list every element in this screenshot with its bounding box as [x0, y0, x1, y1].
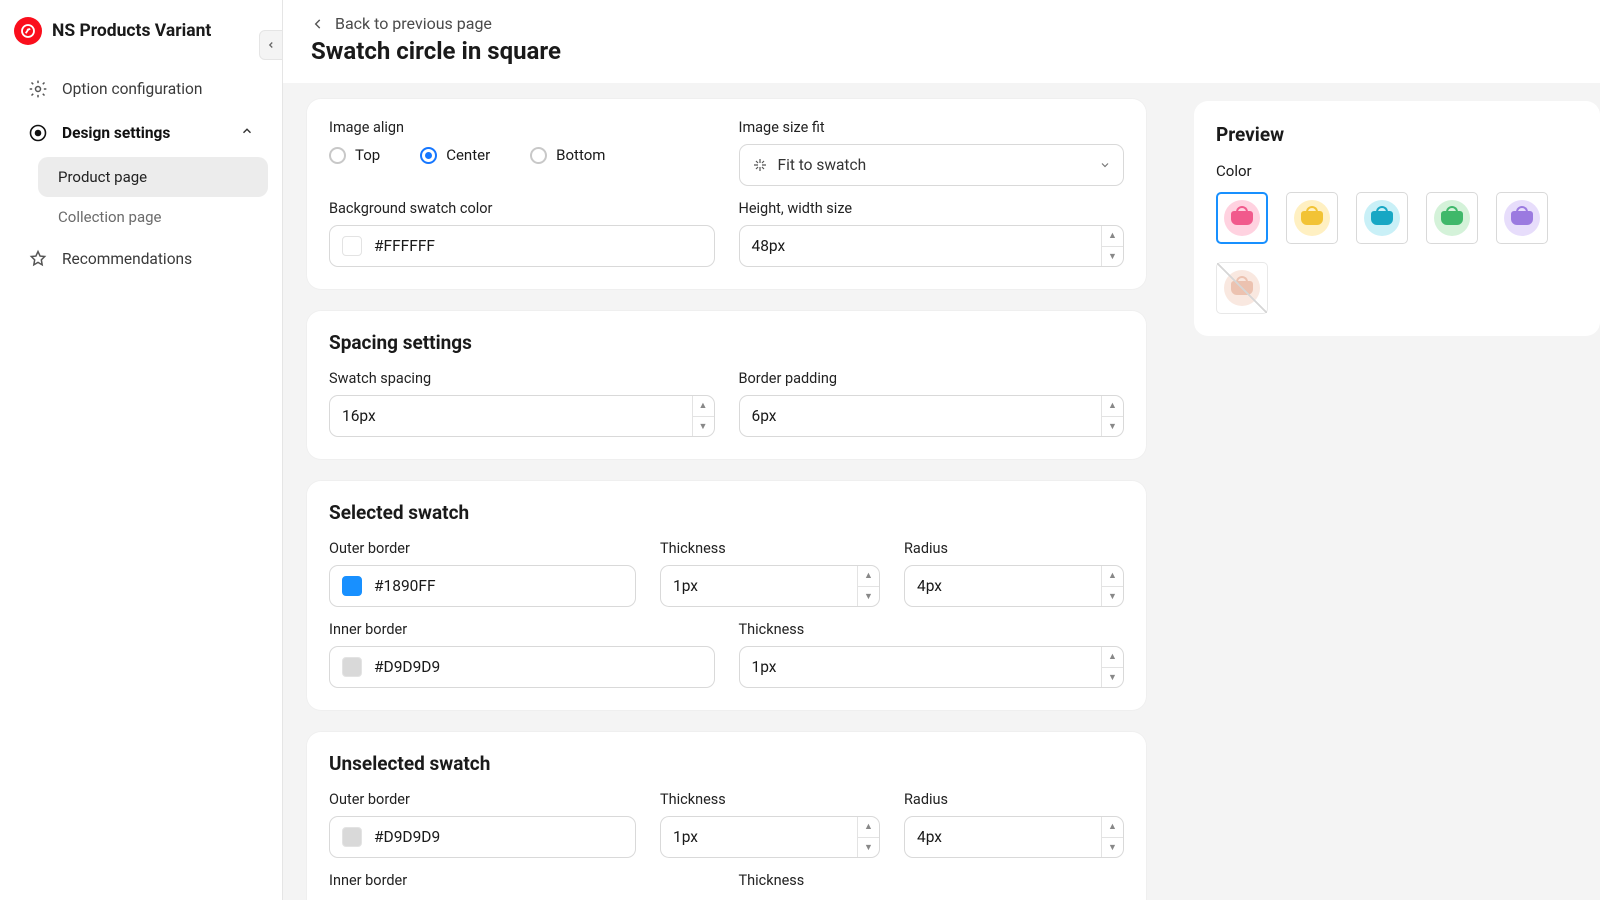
spinner-buttons[interactable]: ▲▼: [1101, 566, 1123, 606]
design-icon: [28, 123, 48, 143]
input-unselected-radius[interactable]: 4px ▲▼: [904, 816, 1124, 858]
back-link[interactable]: Back to previous page: [311, 14, 1572, 33]
brand-name: NS Products Variant: [52, 21, 211, 41]
label-thickness: Thickness: [660, 540, 880, 557]
spinner-buttons[interactable]: ▲▼: [1101, 817, 1123, 857]
input-unselected-outer-border[interactable]: #D9D9D9: [329, 816, 636, 858]
section-title-unselected: Unselected swatch: [329, 752, 1124, 775]
preview-title: Preview: [1216, 123, 1578, 146]
radio-align-top[interactable]: Top: [329, 146, 380, 164]
sidebar-item-design-settings[interactable]: Design settings: [14, 111, 268, 155]
label-inner-border: Inner border: [329, 872, 715, 889]
page-header: Back to previous page Swatch circle in s…: [283, 0, 1600, 83]
label-inner-border: Inner border: [329, 621, 715, 638]
spinner-buttons[interactable]: ▲▼: [857, 817, 879, 857]
section-title-spacing: Spacing settings: [329, 331, 1124, 354]
panel-image: Image align Top Center Bottom Image size…: [307, 99, 1146, 289]
sidebar-item-recommendations[interactable]: Recommendations: [14, 237, 268, 281]
input-height-width[interactable]: 48px ▲▼: [739, 225, 1125, 267]
preview-option-label: Color: [1216, 162, 1578, 180]
input-border-padding[interactable]: 6px ▲▼: [739, 395, 1125, 437]
spinner-buttons[interactable]: ▲▼: [692, 396, 714, 436]
section-title-selected: Selected swatch: [329, 501, 1124, 524]
radio-align-center[interactable]: Center: [420, 146, 490, 164]
label-image-size-fit: Image size fit: [739, 119, 1125, 136]
swatch-tile[interactable]: [1496, 192, 1548, 244]
subnav-collection-page[interactable]: Collection page: [38, 197, 268, 237]
collapse-sidebar-button[interactable]: [259, 30, 283, 60]
input-bg-swatch-color[interactable]: #FFFFFF: [329, 225, 715, 267]
input-selected-inner-border[interactable]: #D9D9D9: [329, 646, 715, 688]
page-title: Swatch circle in square: [311, 37, 1572, 65]
input-unselected-outer-thickness[interactable]: 1px ▲▼: [660, 816, 880, 858]
label-height-width: Height, width size: [739, 200, 1125, 217]
preview-card: Preview Color: [1194, 101, 1600, 336]
label-thickness: Thickness: [739, 621, 1125, 638]
swatch-tile[interactable]: [1356, 192, 1408, 244]
color-chip: [342, 576, 362, 596]
input-swatch-spacing[interactable]: 16px ▲▼: [329, 395, 715, 437]
brand-logo: NS Products Variant: [14, 17, 268, 67]
input-selected-outer-border[interactable]: #1890FF: [329, 565, 636, 607]
back-link-label: Back to previous page: [335, 14, 492, 33]
spinner-buttons[interactable]: ▲▼: [1101, 647, 1123, 687]
sidebar-item-option-configuration[interactable]: Option configuration: [14, 67, 268, 111]
subnav-product-page[interactable]: Product page: [38, 157, 268, 197]
sidebar-item-label: Recommendations: [62, 250, 192, 268]
sidebar-item-label: Design settings: [62, 124, 170, 142]
swatch-tile[interactable]: [1216, 192, 1268, 244]
sidebar: NS Products Variant Option configuration…: [0, 0, 283, 900]
color-chip: [342, 657, 362, 677]
radio-align-bottom[interactable]: Bottom: [530, 146, 605, 164]
color-chip: [342, 827, 362, 847]
label-radius: Radius: [904, 540, 1124, 557]
gear-icon: [28, 79, 48, 99]
swatch-tile[interactable]: [1216, 262, 1268, 314]
label-image-align: Image align: [329, 119, 715, 136]
chevron-down-icon: [1099, 159, 1111, 171]
main: Back to previous page Swatch circle in s…: [283, 0, 1600, 900]
label-swatch-spacing: Swatch spacing: [329, 370, 715, 387]
input-selected-inner-thickness[interactable]: 1px ▲▼: [739, 646, 1125, 688]
select-image-size-fit[interactable]: Fit to swatch: [739, 144, 1125, 186]
star-icon: [28, 249, 48, 269]
swatch-tile[interactable]: [1426, 192, 1478, 244]
label-border-padding: Border padding: [739, 370, 1125, 387]
label-radius: Radius: [904, 791, 1124, 808]
label-thickness: Thickness: [739, 872, 1125, 889]
color-chip: [342, 236, 362, 256]
chevron-up-icon: [240, 124, 254, 142]
spinner-buttons[interactable]: ▲▼: [1101, 226, 1123, 266]
swatch-grid: [1216, 192, 1578, 314]
sidebar-item-label: Option configuration: [62, 80, 202, 98]
input-selected-radius[interactable]: 4px ▲▼: [904, 565, 1124, 607]
swatch-tile[interactable]: [1286, 192, 1338, 244]
panel-spacing: Spacing settings Swatch spacing 16px ▲▼ …: [307, 311, 1146, 459]
label-outer-border: Outer border: [329, 791, 636, 808]
spinner-buttons[interactable]: ▲▼: [1101, 396, 1123, 436]
panel-selected-swatch: Selected swatch Outer border #1890FF Thi…: [307, 481, 1146, 710]
label-bg-swatch-color: Background swatch color: [329, 200, 715, 217]
sparkle-icon: [752, 157, 768, 173]
preview-pane: Preview Color: [1170, 83, 1600, 900]
input-selected-outer-thickness[interactable]: 1px ▲▼: [660, 565, 880, 607]
label-thickness: Thickness: [660, 791, 880, 808]
label-outer-border: Outer border: [329, 540, 636, 557]
logo-icon: [14, 17, 42, 45]
spinner-buttons[interactable]: ▲▼: [857, 566, 879, 606]
panel-unselected-swatch: Unselected swatch Outer border #D9D9D9 T…: [307, 732, 1146, 900]
chevron-left-icon: [311, 17, 325, 31]
settings-scroll[interactable]: Image align Top Center Bottom Image size…: [283, 83, 1170, 900]
